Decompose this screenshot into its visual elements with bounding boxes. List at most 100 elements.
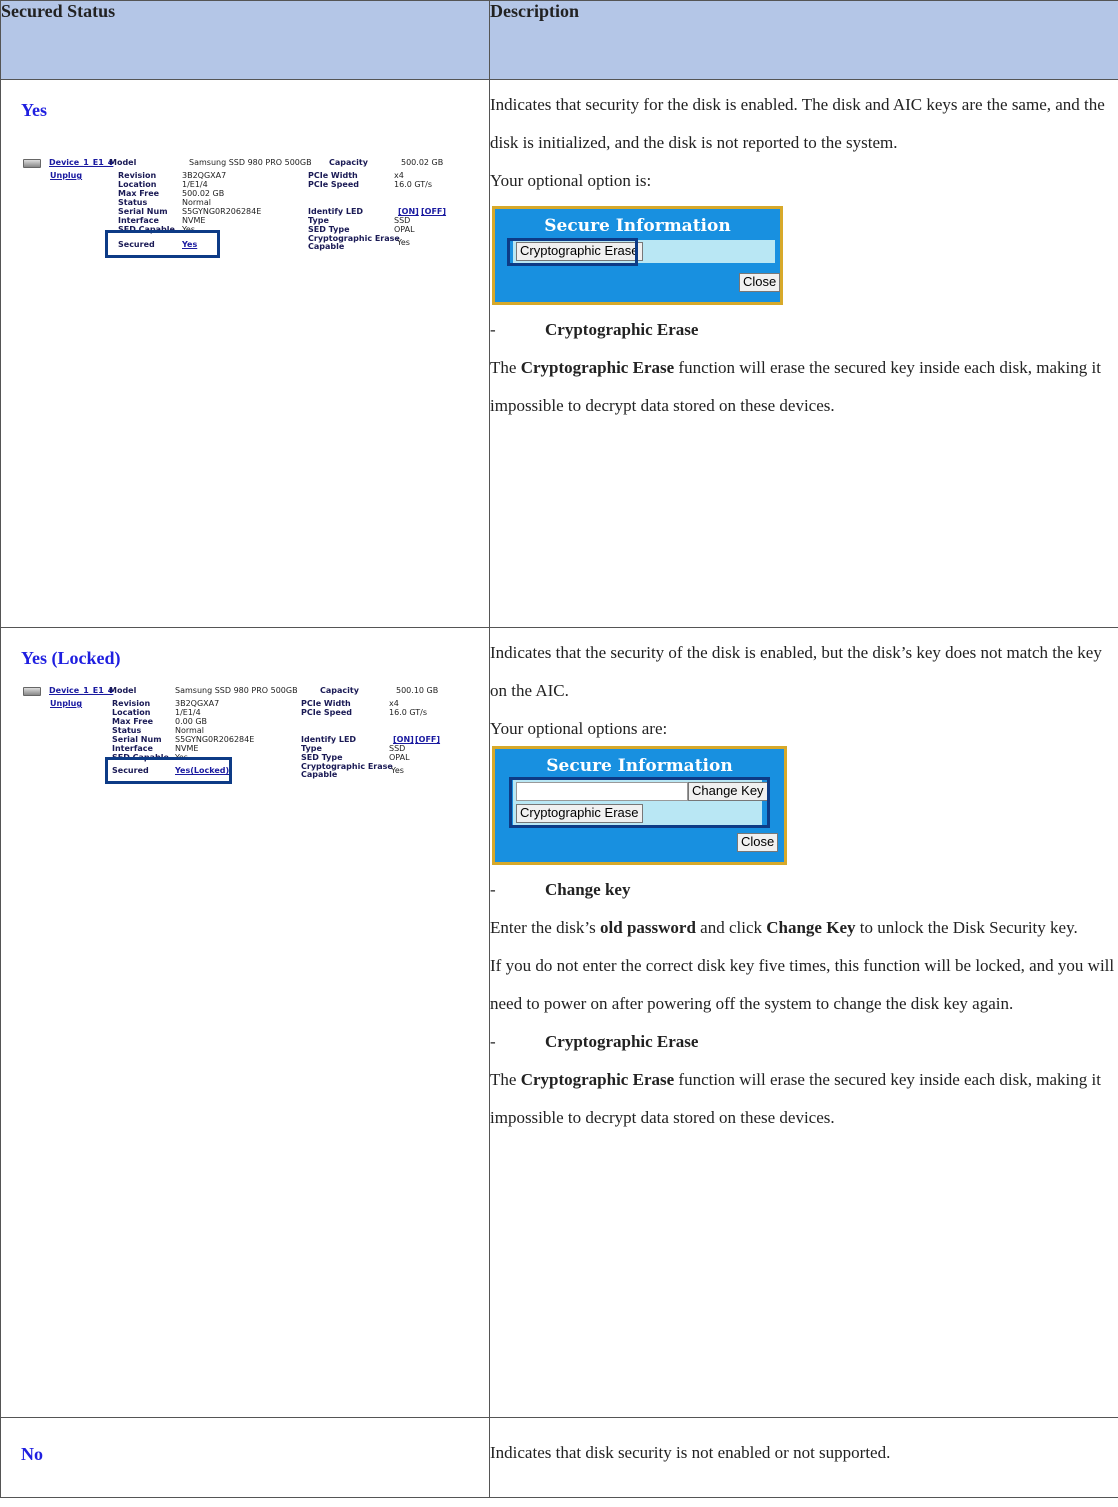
type-label: Type — [301, 744, 322, 753]
revision-value: 3B2QGXA7 — [175, 699, 220, 708]
led-on-link[interactable]: [ON] — [393, 735, 414, 744]
device-info-panel: Device_1_E1_4 Model Samsung SSD 980 PRO … — [23, 158, 483, 298]
location-label: Location — [112, 708, 151, 717]
interface-value: NVME — [175, 744, 199, 753]
options-intro: Your optional option is: — [490, 171, 652, 190]
table-row: Yes (Locked) Device_1_E1_4 Model Samsung… — [0, 627, 1118, 1418]
status-value: Normal — [175, 726, 204, 735]
option-item: - Change key — [490, 871, 1118, 909]
status-cell: Yes (Locked) Device_1_E1_4 Model Samsung… — [0, 627, 490, 1418]
identify-led-label: Identify LED — [308, 207, 364, 216]
options-highlight-box — [509, 777, 770, 828]
text-run-bold: Cryptographic Erase — [520, 1070, 675, 1089]
close-button[interactable]: Close — [737, 833, 779, 852]
dialog-title: Secure Information — [544, 216, 731, 236]
drive-icon — [23, 687, 41, 696]
status-label: Status — [118, 198, 148, 207]
type-label: Type — [308, 216, 329, 225]
led-off-link[interactable]: [OFF] — [421, 207, 446, 216]
serial-value: S5GYNG0R206284E — [182, 207, 262, 216]
option-title: Change key — [545, 880, 631, 899]
model-value: Samsung SSD 980 PRO 500GB — [175, 686, 298, 695]
capacity-label: Capacity — [320, 686, 359, 695]
secure-information-dialog: Secure Information Cryptographic Erase C… — [492, 206, 783, 305]
maxfree-label: Max Free — [118, 189, 160, 198]
secured-status-table: Secured Status Description Yes Device_1_… — [0, 0, 1118, 1498]
device-link[interactable]: Device_1_E1_4 — [49, 686, 113, 695]
text-run: and click — [695, 918, 767, 937]
dialog-title: Secure Information — [546, 756, 733, 776]
model-label: Model — [109, 158, 137, 167]
status-cell: No — [0, 1417, 490, 1498]
header-secured-status: Secured Status — [0, 0, 490, 80]
pcie-speed-label: PCIe Speed — [308, 180, 359, 189]
identify-led-label: Identify LED — [301, 735, 357, 744]
bullet-dash: - — [490, 880, 496, 899]
serial-value: S5GYNG0R206284E — [175, 735, 255, 744]
led-off-link[interactable]: [OFF] — [415, 735, 440, 744]
interface-label: Interface — [112, 744, 153, 753]
crypto-erase-value: Yes — [397, 238, 410, 247]
text-run-bold: old password — [600, 918, 696, 937]
header-description: Description — [489, 0, 1118, 80]
text-run: The — [490, 358, 521, 377]
pcie-speed-value: 16.0 GT/s — [394, 180, 433, 189]
bullet-dash: - — [490, 320, 496, 339]
status-label: Status — [112, 726, 142, 735]
table-header-row: Secured Status Description — [0, 0, 1118, 80]
unplug-link[interactable]: Unplug — [50, 171, 82, 180]
pcie-width-value: x4 — [394, 171, 404, 180]
capacity-label: Capacity — [329, 158, 368, 167]
description-paragraph: Indicates that disk security is not enab… — [490, 1443, 891, 1462]
option-title: Cryptographic Erase — [545, 1032, 699, 1051]
capacity-value: 500.10 GB — [396, 686, 439, 695]
lock-warning: If you do not enter the correct disk key… — [490, 956, 1115, 1013]
close-button[interactable]: Close — [739, 273, 781, 292]
status-title: Yes — [21, 100, 47, 120]
serial-label: Serial Num — [118, 207, 168, 216]
maxfree-value: 500.02 GB — [182, 189, 225, 198]
option-item: - Cryptographic Erase — [490, 1023, 1118, 1061]
description-cell: Indicates that disk security is not enab… — [489, 1417, 1118, 1498]
device-link[interactable]: Device_1_E1_4 — [49, 158, 113, 167]
revision-label: Revision — [118, 171, 157, 180]
text-run-bold: Cryptographic Erase — [520, 358, 675, 377]
description-cell: Indicates that security for the disk is … — [489, 79, 1118, 628]
erase-highlight-box — [507, 238, 638, 266]
unplug-link[interactable]: Unplug — [50, 699, 82, 708]
location-label: Location — [118, 180, 157, 189]
description-paragraph: Indicates that the security of the disk … — [490, 643, 1102, 700]
erase-description: The Cryptographic Erase function will er… — [490, 349, 1118, 425]
revision-label: Revision — [112, 699, 151, 708]
type-value: SSD — [389, 744, 406, 753]
pcie-width-label: PCIe Width — [308, 171, 358, 180]
secured-highlight-box — [105, 757, 232, 784]
status-title: No — [21, 1444, 43, 1464]
interface-label: Interface — [118, 216, 159, 225]
option-title: Cryptographic Erase — [545, 320, 699, 339]
interface-value: NVME — [182, 216, 206, 225]
type-value: SSD — [394, 216, 411, 225]
table-row: Yes Device_1_E1_4 Model Samsung SSD 980 … — [0, 79, 1118, 628]
pcie-speed-label: PCIe Speed — [301, 708, 352, 717]
text-run: The — [490, 1070, 521, 1089]
status-value: Normal — [182, 198, 211, 207]
maxfree-label: Max Free — [112, 717, 154, 726]
secured-highlight-box — [105, 230, 220, 258]
led-on-link[interactable]: [ON] — [398, 207, 419, 216]
model-value: Samsung SSD 980 PRO 500GB — [189, 158, 312, 167]
secure-information-dialog: Secure Information Change Key Cryptograp… — [492, 746, 787, 865]
pcie-width-label: PCIe Width — [301, 699, 351, 708]
sed-type-label: SED Type — [308, 225, 350, 234]
crypto-erase-value: Yes — [391, 766, 404, 775]
text-run-bold: Change Key — [766, 918, 856, 937]
option-item: - Cryptographic Erase — [490, 311, 1118, 349]
sed-type-label: SED Type — [301, 753, 343, 762]
revision-value: 3B2QGXA7 — [182, 171, 227, 180]
table-row: No Indicates that disk security is not e… — [0, 1417, 1118, 1498]
crypto-capable-label: Capable — [301, 770, 338, 779]
description-paragraph: Indicates that security for the disk is … — [490, 95, 1105, 152]
drive-icon — [23, 159, 41, 168]
maxfree-value: 0.00 GB — [175, 717, 208, 726]
sed-type-value: OPAL — [394, 225, 415, 234]
